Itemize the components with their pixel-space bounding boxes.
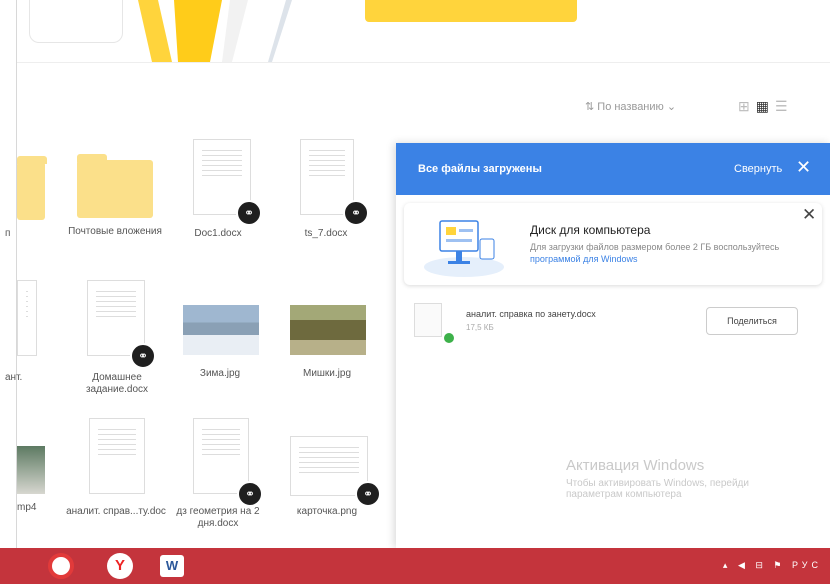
file-name: Зима.jpg: [199, 368, 241, 379]
file-name: ts_7.docx: [304, 228, 348, 239]
desktop-illustration: [424, 220, 504, 277]
chevron-down-icon: ⌄: [666, 101, 677, 113]
desktop-app-promo: Диск для компьютера Для загрузки файлов …: [404, 203, 822, 285]
uploaded-file-row: аналит. справка по занету.docx 17,5 КБ П…: [414, 303, 814, 345]
upload-button[interactable]: [365, 0, 577, 22]
file-name-truncated: mp4: [17, 502, 37, 513]
tiles-icon[interactable]: ⊞: [738, 98, 750, 115]
word-icon[interactable]: W: [160, 555, 184, 577]
sort-dropdown[interactable]: ⇅ По названию ⌄: [585, 100, 676, 113]
file-name: карточка.png: [296, 506, 358, 517]
watermark-line: параметрам компьютера: [566, 489, 682, 500]
doc-thumbnail[interactable]: [17, 280, 37, 356]
doc-thumbnail[interactable]: [193, 418, 249, 494]
folder-thumbnail[interactable]: [77, 154, 153, 218]
link-icon[interactable]: ⚭: [237, 481, 263, 507]
file-name: дз геометрия на 2 дня.docx: [176, 506, 260, 529]
link-icon[interactable]: ⚭: [343, 200, 369, 226]
sort-label: По названию: [597, 101, 664, 113]
system-tray[interactable]: ▴ ◀ ⊟ ⚑ РУС: [723, 560, 822, 571]
file-name: Домашнее задание.docx: [85, 372, 149, 395]
windows-activation-watermark: Активация Windows Чтобы активировать Win…: [566, 457, 749, 500]
image-thumbnail[interactable]: [290, 305, 366, 355]
disk-window: ⇅ По названию ⌄ ⊞ ▦ ☰ п Почтовые вложени…: [0, 0, 830, 584]
close-icon[interactable]: ✕: [802, 205, 816, 225]
file-name-truncated: п: [5, 228, 11, 239]
view-switcher: ⊞ ▦ ☰: [738, 98, 788, 115]
video-thumbnail[interactable]: [17, 446, 45, 494]
close-icon[interactable]: ✕: [796, 157, 811, 178]
panel-header: Все файлы загружены Свернуть ✕: [396, 143, 830, 195]
share-button[interactable]: Поделиться: [706, 307, 798, 335]
windows-app-link[interactable]: программой для Windows: [530, 254, 637, 264]
doc-thumbnail: [414, 303, 442, 337]
link-icon[interactable]: ⚭: [355, 481, 381, 507]
file-name: Мишки.jpg: [302, 368, 352, 379]
folder-thumbnail[interactable]: [17, 156, 47, 220]
uploaded-file-name: аналит. справка по занету.docx: [466, 309, 596, 319]
file-name: аналит. справ...ту.doc: [66, 506, 166, 517]
grid-icon[interactable]: ▦: [756, 98, 769, 115]
yellow-folder-illustration: [138, 0, 292, 62]
file-name-truncated: ант.: [5, 372, 23, 383]
watermark-line: Чтобы активировать Windows, перейди: [566, 478, 749, 489]
opera-icon[interactable]: [48, 553, 74, 579]
panel-title: Все файлы загружены: [418, 163, 542, 175]
window-edge: [0, 0, 17, 584]
image-thumbnail[interactable]: [183, 305, 259, 355]
link-icon[interactable]: ⚭: [130, 343, 156, 369]
link-icon[interactable]: ⚭: [236, 200, 262, 226]
promo-description: Для загрузки файлов размером более 2 ГБ …: [530, 242, 780, 252]
top-header: [17, 0, 830, 63]
promo-text: Для загрузки файлов размером более 2 ГБ …: [530, 241, 790, 265]
taskbar: Y W ▴ ◀ ⊟ ⚑ РУС: [0, 548, 830, 584]
doc-thumbnail[interactable]: [89, 418, 145, 494]
promo-title: Диск для компьютера: [530, 223, 651, 237]
header-card[interactable]: [29, 0, 123, 43]
collapse-button[interactable]: Свернуть: [734, 163, 782, 175]
list-icon[interactable]: ☰: [775, 98, 788, 115]
file-name: Doc1.docx: [194, 228, 242, 239]
file-name: Почтовые вложения: [68, 226, 162, 237]
yandex-browser-icon[interactable]: Y: [107, 553, 133, 579]
check-icon: [442, 331, 456, 345]
uploaded-file-size: 17,5 КБ: [466, 323, 494, 332]
upload-panel: Все файлы загружены Свернуть ✕ Диск для …: [396, 143, 830, 548]
sort-icon: ⇅: [585, 101, 598, 113]
watermark-title: Активация Windows: [566, 457, 705, 474]
